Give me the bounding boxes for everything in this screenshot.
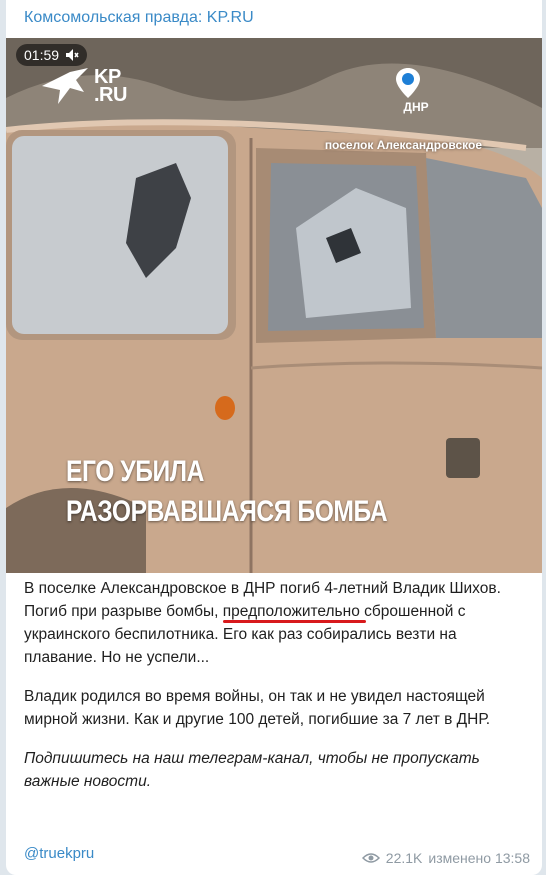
highlighted-word: предположительно bbox=[222, 603, 366, 623]
headline-line1: ЕГО УБИЛА bbox=[66, 455, 205, 488]
eye-icon bbox=[361, 853, 380, 863]
channel-name[interactable]: Комсомольская правда: KP.RU bbox=[24, 9, 254, 27]
location-pin: ДНР bbox=[396, 68, 436, 114]
pin-label: ДНР bbox=[403, 100, 429, 114]
channel-signature-link[interactable]: @truekpru bbox=[24, 845, 94, 862]
video-duration-badge[interactable]: 01:59 bbox=[16, 44, 88, 66]
kp-logo: KP .RU bbox=[40, 66, 127, 106]
logo-ru: .RU bbox=[94, 84, 127, 106]
views-count: 22.1K bbox=[385, 850, 423, 866]
video-duration: 01:59 bbox=[24, 47, 60, 63]
post-text: В поселке Александровское в ДНР погиб 4-… bbox=[24, 577, 524, 809]
red-underline bbox=[222, 620, 366, 623]
muted-speaker-icon[interactable] bbox=[65, 48, 79, 62]
post-paragraph-1: В поселке Александровское в ДНР погиб 4-… bbox=[24, 577, 524, 669]
location-caption: поселок Александровское bbox=[324, 138, 482, 152]
post-paragraph-2: Владик родился во время войны, он так и … bbox=[24, 688, 491, 728]
video-preview[interactable]: 01:59 KP .RU ДНР поселок Александровское… bbox=[6, 38, 542, 573]
headline-line2: РАЗОРВАВШАЯСЯ БОМБА bbox=[66, 495, 388, 528]
highlighted-word-text: предположительно bbox=[222, 603, 360, 620]
swallow-logo-icon bbox=[42, 68, 88, 104]
video-headline: ЕГО УБИЛА РАЗОРВАВШАЯСЯ БОМБА bbox=[66, 452, 388, 532]
post-paragraph-3: Подпишитесь на наш телеграм-канал, чтобы… bbox=[24, 750, 480, 790]
message-meta: 22.1K изменено 13:58 bbox=[361, 850, 530, 866]
map-pin-icon bbox=[396, 68, 420, 98]
edited-time: изменено 13:58 bbox=[428, 850, 530, 866]
